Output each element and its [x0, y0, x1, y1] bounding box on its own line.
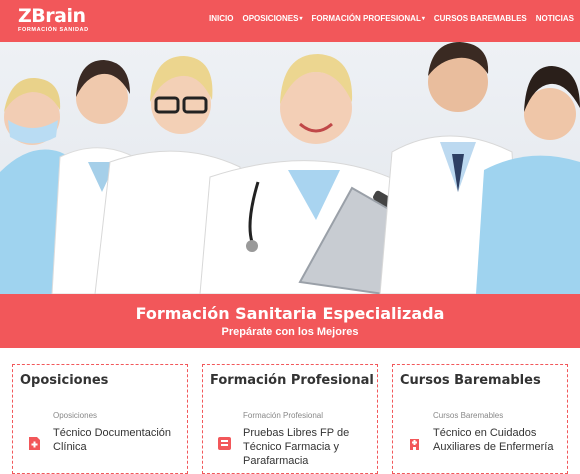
caret-down-icon: ▾ — [421, 16, 425, 22]
logo-name: ZBrain — [18, 5, 86, 27]
banner-subtitle: Prepárate con los Mejores — [221, 326, 359, 338]
card-title[interactable]: Cursos Baremables — [400, 373, 541, 388]
card-item-link[interactable]: Técnico Documentación Clínica — [53, 426, 183, 454]
main-nav: INICIO OPOSICIONES ▾ FORMACIÓN PROFESIONA… — [209, 14, 574, 23]
card-cursos-baremables: Cursos Baremables Cursos Baremables Técn… — [392, 364, 568, 474]
nav-item-noticias[interactable]: NOTICIAS — [536, 14, 574, 23]
card-category-label: Cursos Baremables — [433, 411, 504, 420]
caret-down-icon: ▾ — [299, 16, 303, 22]
card-title[interactable]: Oposiciones — [20, 373, 108, 388]
nav-item-formacion-profesional[interactable]: FORMACIÓN PROFESIONAL ▾ — [312, 14, 425, 23]
medical-file-icon — [29, 437, 40, 450]
hero-illustration — [0, 42, 580, 294]
nav-item-cursos-baremables[interactable]: CURSOS BAREMABLES — [434, 14, 527, 23]
card-category-label: Oposiciones — [53, 411, 98, 420]
hospital-icon — [410, 439, 419, 450]
top-navbar: ZBrain FORMACIÓN SANIDAD INICIO OPOSICIO… — [0, 0, 580, 42]
site-logo[interactable]: ZBrain FORMACIÓN SANIDAD — [18, 6, 89, 33]
medical-box-icon — [218, 437, 231, 450]
card-formacion-profesional: Formación Profesional Formación Profesio… — [202, 364, 378, 474]
card-item-link[interactable]: Pruebas Libres FP de Técnico Farmacia y … — [243, 426, 373, 468]
card-oposiciones: Oposiciones Oposiciones Técnico Document… — [12, 364, 188, 474]
hero-image — [0, 42, 580, 294]
hero-banner: Formación Sanitaria Especializada Prepár… — [0, 294, 580, 348]
category-cards: Oposiciones Oposiciones Técnico Document… — [0, 348, 580, 474]
card-title[interactable]: Formación Profesional — [210, 373, 374, 388]
banner-title: Formación Sanitaria Especializada — [135, 304, 445, 323]
logo-tagline: FORMACIÓN SANIDAD — [18, 27, 89, 33]
nav-item-oposiciones[interactable]: OPOSICIONES ▾ — [242, 14, 302, 23]
card-category-label: Formación Profesional — [243, 411, 324, 420]
nav-item-inicio[interactable]: INICIO — [209, 14, 233, 23]
card-item-link[interactable]: Técnico en Cuidados Auxiliares de Enferm… — [433, 426, 563, 454]
